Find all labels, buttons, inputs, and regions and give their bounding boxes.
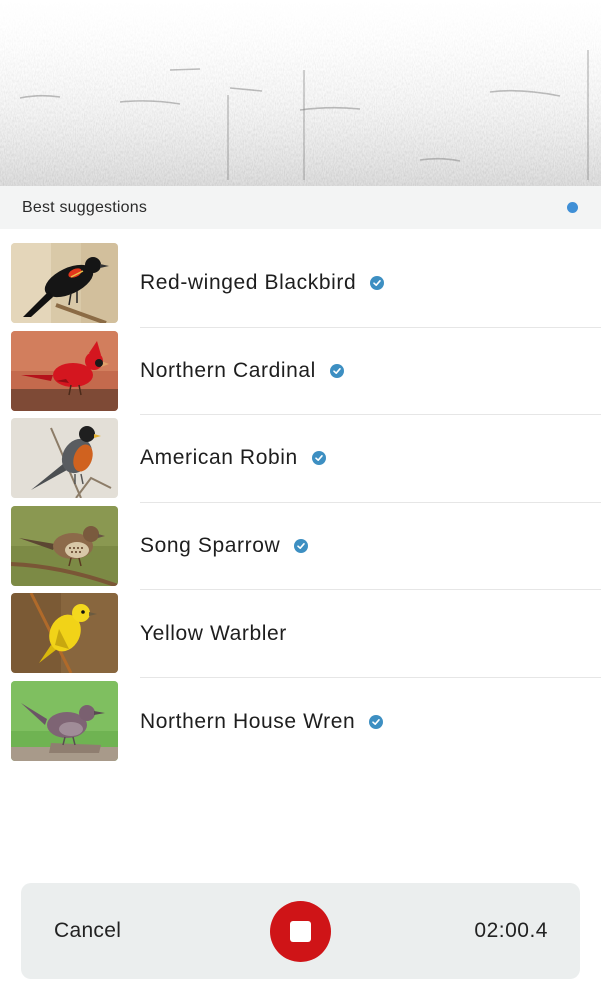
species-name: Red-winged Blackbird	[140, 271, 357, 295]
verified-check-icon	[369, 714, 384, 729]
best-suggestions-header: Best suggestions	[0, 186, 601, 229]
verified-check-icon	[370, 276, 385, 291]
species-name: Song Sparrow	[140, 534, 281, 558]
northern-house-wren-photo	[11, 680, 118, 761]
species-name: Yellow Warbler	[140, 621, 287, 645]
spectrogram-image	[0, 0, 601, 186]
suggestion-row[interactable]: Northern Cardinal	[0, 328, 601, 416]
verified-check-icon	[294, 539, 309, 554]
verified-check-icon	[329, 363, 344, 378]
recording-timer: 02:00.4	[474, 919, 548, 942]
suggestion-row[interactable]: American Robin	[0, 415, 601, 503]
species-name: American Robin	[140, 446, 298, 470]
american-robin-photo	[11, 418, 118, 499]
stop-icon	[290, 921, 311, 942]
species-name: Northern Cardinal	[140, 358, 316, 382]
stop-recording-button[interactable]	[270, 901, 331, 962]
yellow-warbler-photo	[11, 593, 118, 674]
cancel-button[interactable]: Cancel	[54, 919, 121, 943]
suggestion-row[interactable]: Song Sparrow	[0, 503, 601, 591]
listening-indicator-dot	[567, 202, 578, 213]
suggestion-row[interactable]: Red-winged Blackbird	[0, 240, 601, 328]
verified-check-icon	[311, 451, 326, 466]
northern-cardinal-photo	[11, 330, 118, 411]
section-title: Best suggestions	[22, 198, 148, 216]
recording-controls: Cancel 02:00.4	[21, 883, 580, 979]
suggestion-row[interactable]: Yellow Warbler	[0, 590, 601, 678]
suggestion-row[interactable]: Northern House Wren	[0, 678, 601, 766]
song-sparrow-photo	[11, 505, 118, 586]
spectrogram	[0, 0, 601, 186]
red-winged-blackbird-photo	[11, 243, 118, 323]
species-name: Northern House Wren	[140, 709, 356, 733]
suggestion-list: Red-winged Blackbird Northern Cardinal A…	[0, 240, 601, 766]
